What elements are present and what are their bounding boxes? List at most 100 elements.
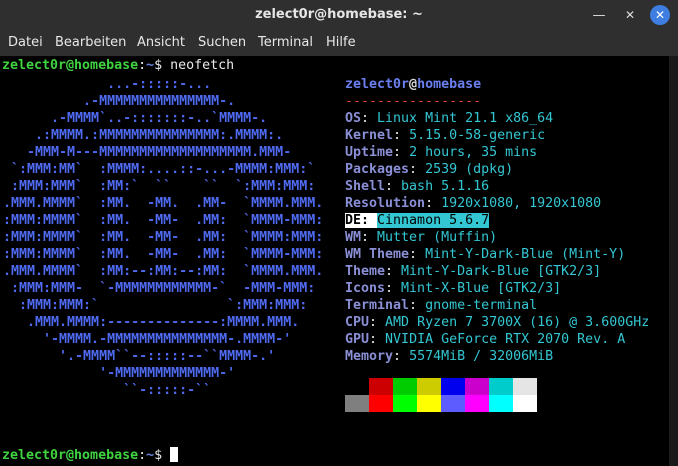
logo-row: :MMM:MMMM` :MM. -MM- .MM: `MMMM:MMM: <box>3 229 323 246</box>
info-colon: : <box>361 230 378 245</box>
logo-text: .MMM.MMMM` :MM. -MM. .MM- `MMMM.MMM. <box>3 196 324 211</box>
logo-row: .MMM.MMMM` :MM:--:MM:--:MM: `MMMM.MMM. <box>3 263 323 280</box>
info-value: 5.15.0-58-generic <box>409 128 546 143</box>
info-key: CPU <box>345 315 370 330</box>
info-row: Resolution: 1920x1080, 1920x1080 <box>345 195 649 212</box>
logo-text: -MMM-M---MMMMMMMMMMMMMMMMMMM.MMM- <box>3 145 292 160</box>
logo-row: '.-MMMM``--:::::--``MMMM-.' <box>3 348 323 365</box>
system-info: zelect0r@homebase ----------------- OS: … <box>345 76 649 365</box>
logo-text: '-MMMMMMMMMMMMM-' <box>3 366 236 381</box>
palette-swatch <box>465 395 489 412</box>
palette-swatch <box>441 378 465 395</box>
logo-row: .:MMMM.:MMMMMMMMMMMMMMM:.MMMM:. <box>3 127 323 144</box>
palette-swatch <box>513 395 537 412</box>
info-row: Memory: 5574MiB / 32006MiB <box>345 348 649 365</box>
logo-text: .MMM.MMMM:--------------:MMMM.MMM. <box>3 315 300 330</box>
logo-text: :MMM:MMM:` `:MMM:MMM: <box>3 298 308 313</box>
menu-datei[interactable]: Datei <box>8 35 43 50</box>
logo-text: '-MMMM.-MMMMMMMMMMMMMMM-.MMMM-' <box>3 332 292 347</box>
separator-text: ----------------- <box>345 94 482 109</box>
palette-swatch <box>489 378 513 395</box>
info-key: Packages <box>345 162 410 177</box>
logo-row: '-MMMMMMMMMMMMM-' <box>3 365 323 382</box>
info-value: NVIDIA GeForce RTX 2070 Rev. A <box>385 332 626 347</box>
logo-text: ...-:::::-... <box>3 77 212 92</box>
palette-swatch <box>513 378 537 395</box>
info-key: OS <box>345 111 362 126</box>
logo-text: :MMM:MMMM` :MM. -MM- .MM: `MMMM-MMM: <box>3 213 324 228</box>
menu-bearbeiten[interactable]: Bearbeiten <box>55 35 126 50</box>
logo-row: .MMM.MMMM:--------------:MMMM.MMM. <box>3 314 323 331</box>
logo-text: `:MMM:MM` :MMMM:....::-...-MMMM:MMM:` <box>3 162 316 177</box>
text-cursor <box>170 447 179 462</box>
scrollbar[interactable] <box>669 56 678 466</box>
logo-row: :MMM:MMMM` :MM. -MM- .MM: `MMMM-MMM: <box>3 212 323 229</box>
info-colon: : <box>385 281 402 296</box>
logo-text: .MMM.MMMM` :MM:--:MM:--:MM: `MMMM.MMM. <box>3 264 324 279</box>
window-title: zelect0r@homebase: ~ <box>255 7 423 22</box>
prompt-symbol: $ <box>154 58 171 73</box>
logo-row: .-MMMM`..-:::::::-..`MMMM-. <box>3 110 323 127</box>
maximize-icon[interactable]: ✕ <box>620 5 640 25</box>
terminal-window: zelect0r@homebase: ~ — ✕ ✕ Datei Bearbei… <box>0 0 678 466</box>
logo-text: ``-:::::-`` <box>3 383 212 398</box>
info-value: bash 5.1.16 <box>401 179 490 194</box>
info-colon: : <box>369 332 386 347</box>
info-colon: : <box>361 213 378 228</box>
logo-row: :MMM:MMMM` :MM. -MM- .MM: `MMMM-MMM: <box>3 246 323 263</box>
logo-row: -MMM-M---MMMMMMMMMMMMMMMMMMM.MMM- <box>3 144 323 161</box>
prompt-command: neofetch <box>170 58 235 73</box>
info-row: CPU: AMD Ryzen 7 3700X (16) @ 3.600GHz <box>345 314 649 331</box>
close-icon[interactable]: ✕ <box>650 5 670 25</box>
prompt-line[interactable]: zelect0r@homebase:~$ <box>2 447 179 464</box>
info-key: Uptime <box>345 145 394 160</box>
palette-swatch <box>393 378 417 395</box>
logo-text: .:MMMM.:MMMMMMMMMMMMMMM:.MMMM:. <box>3 128 284 143</box>
palette-swatch <box>417 378 441 395</box>
minimize-icon[interactable]: — <box>589 5 609 25</box>
info-colon: : <box>385 264 402 279</box>
info-row: Shell: bash 5.1.16 <box>345 178 649 195</box>
logo-row: .MMM.MMMM` :MM. -MM. .MM- `MMMM.MMM. <box>3 195 323 212</box>
logo-text: .-MMMMMMMMMMMMMMM-. <box>3 94 236 109</box>
info-value: Linux Mint 21.1 x86_64 <box>377 111 554 126</box>
info-row: DE: Cinnamon 5.6.7 <box>345 212 649 229</box>
prompt-user-host: zelect0r@homebase <box>2 448 139 463</box>
info-key: Memory <box>345 349 394 364</box>
mint-ascii-logo: ...-:::::-... .-MMMMMMMMMMMMMMM-. .-MMMM… <box>3 76 323 399</box>
menu-hilfe[interactable]: Hilfe <box>326 35 356 50</box>
logo-row: :MMM:MMM` :MM:` `` `` `:MMM:MMM: <box>3 178 323 195</box>
logo-row: .-MMMMMMMMMMMMMMM-. <box>3 93 323 110</box>
info-colon: : <box>361 111 378 126</box>
terminal-output[interactable]: zelect0r@homebase:~$ neofetch ...-:::::-… <box>0 56 669 466</box>
info-key: Resolution <box>345 196 426 211</box>
info-colon: : <box>409 298 426 313</box>
menu-suchen[interactable]: Suchen <box>198 35 246 50</box>
info-row: Packages: 2539 (dpkg) <box>345 161 649 178</box>
prompt-symbol: $ <box>154 448 171 463</box>
info-header: zelect0r@homebase <box>345 76 649 93</box>
info-colon: : <box>409 247 426 262</box>
info-row: OS: Linux Mint 21.1 x86_64 <box>345 110 649 127</box>
info-value: Cinnamon 5.6.7 <box>377 213 490 228</box>
info-key: Shell <box>345 179 386 194</box>
palette-swatch <box>369 395 393 412</box>
info-colon: : <box>393 145 410 160</box>
title-bar[interactable]: zelect0r@homebase: ~ — ✕ ✕ <box>0 0 678 30</box>
logo-row: :MMM:MMM:` `:MMM:MMM: <box>3 297 323 314</box>
logo-row: :MMM:MMM- `-MMMMMMMMMMMM-` -MMM-MMM: <box>3 280 323 297</box>
logo-text: :MMM:MMMM` :MM. -MM- .MM: `MMMM:MMM: <box>3 230 324 245</box>
info-host: homebase <box>417 77 482 92</box>
info-key: GPU <box>345 332 370 347</box>
info-value: 2539 (dpkg) <box>425 162 514 177</box>
menu-ansicht[interactable]: Ansicht <box>137 35 185 50</box>
info-key: WM Theme <box>345 247 410 262</box>
info-row: Kernel: 5.15.0-58-generic <box>345 127 649 144</box>
palette-swatch <box>345 395 369 412</box>
prompt-user-host: zelect0r@homebase <box>2 58 139 73</box>
info-at: @ <box>409 77 418 92</box>
palette-swatch <box>489 395 513 412</box>
menu-terminal[interactable]: Terminal <box>258 35 313 50</box>
info-value: 5574MiB / 32006MiB <box>409 349 554 364</box>
info-key: DE <box>345 213 362 228</box>
